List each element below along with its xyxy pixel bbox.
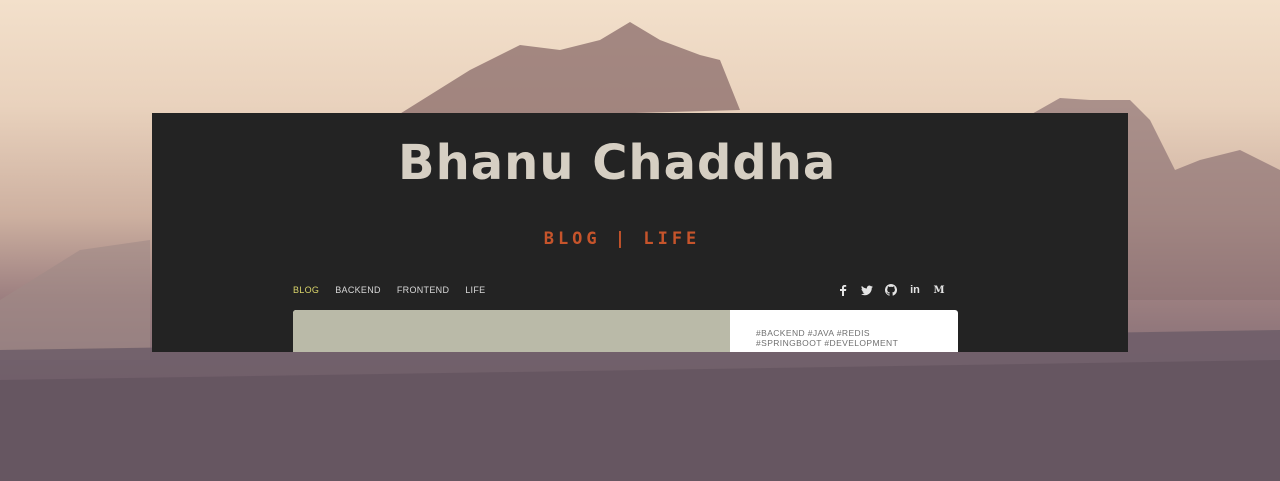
post-tags[interactable]: #BACKEND #JAVA #REDIS #SPRINGBOOT #DEVEL…	[756, 328, 936, 348]
nav-item-frontend[interactable]: FRONTEND	[397, 285, 449, 295]
site-tagline: BLOG | LIFE	[543, 229, 701, 249]
github-icon[interactable]	[884, 283, 898, 297]
nav-item-blog[interactable]: BLOG	[293, 285, 319, 295]
post-card-image[interactable]	[293, 310, 730, 352]
main-nav: BLOG BACKEND FRONTEND LIFE	[293, 285, 485, 295]
nav-item-backend[interactable]: BACKEND	[335, 285, 381, 295]
linkedin-icon[interactable]: in	[908, 283, 922, 297]
header-panel: Bhanu Chaddha BLOG | LIFE BLOG BACKEND F…	[152, 113, 1128, 352]
medium-icon[interactable]: M	[932, 283, 946, 297]
social-links: in M	[836, 283, 946, 297]
site-title[interactable]: Bhanu Chaddha	[398, 135, 842, 207]
post-card[interactable]: #BACKEND #JAVA #REDIS #SPRINGBOOT #DEVEL…	[293, 310, 958, 352]
nav-item-life[interactable]: LIFE	[465, 285, 485, 295]
facebook-icon[interactable]	[836, 283, 850, 297]
twitter-icon[interactable]	[860, 283, 874, 297]
